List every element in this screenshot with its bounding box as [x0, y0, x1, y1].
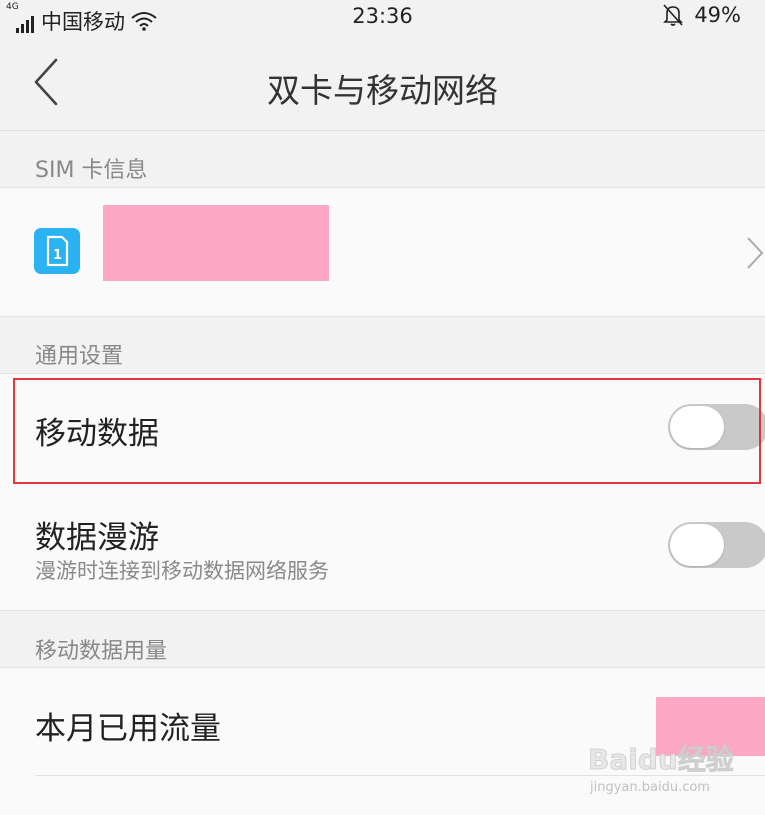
watermark-logo: Baidu经验: [588, 743, 735, 777]
battery-level: 49%: [694, 3, 741, 27]
page-title: 双卡与移动网络: [267, 71, 498, 110]
data-roaming-toggle[interactable]: [668, 522, 765, 568]
section-label-sim: SIM 卡信息: [35, 158, 148, 183]
monthly-usage-label: 本月已用流量: [35, 711, 221, 747]
chevron-right-icon: [747, 237, 764, 269]
data-roaming-description: 漫游时连接到移动数据网络服务: [35, 559, 329, 583]
divider: [0, 316, 765, 317]
data-roaming-label: 数据漫游: [35, 520, 159, 556]
divider: [0, 610, 765, 611]
page-header: 双卡与移动网络: [0, 34, 765, 131]
watermark-url: jingyan.baidu.com: [590, 780, 710, 795]
sim-card-icon: 1: [34, 228, 80, 274]
status-right: 49%: [662, 3, 741, 27]
status-time: 23:36: [352, 4, 413, 28]
redacted-sim-info: [103, 205, 329, 281]
status-bar: 4G 中国移动 23:36 49%: [0, 0, 765, 34]
mute-bell-icon: [663, 4, 684, 26]
section-label-general: 通用设置: [35, 344, 124, 369]
toggle-knob: [670, 524, 724, 566]
section-label-usage: 移动数据用量: [35, 639, 168, 664]
baidu-watermark: Baidu经验 jingyan.baidu.com: [588, 738, 758, 800]
svg-text:1: 1: [53, 248, 62, 263]
highlight-box: [13, 378, 761, 484]
